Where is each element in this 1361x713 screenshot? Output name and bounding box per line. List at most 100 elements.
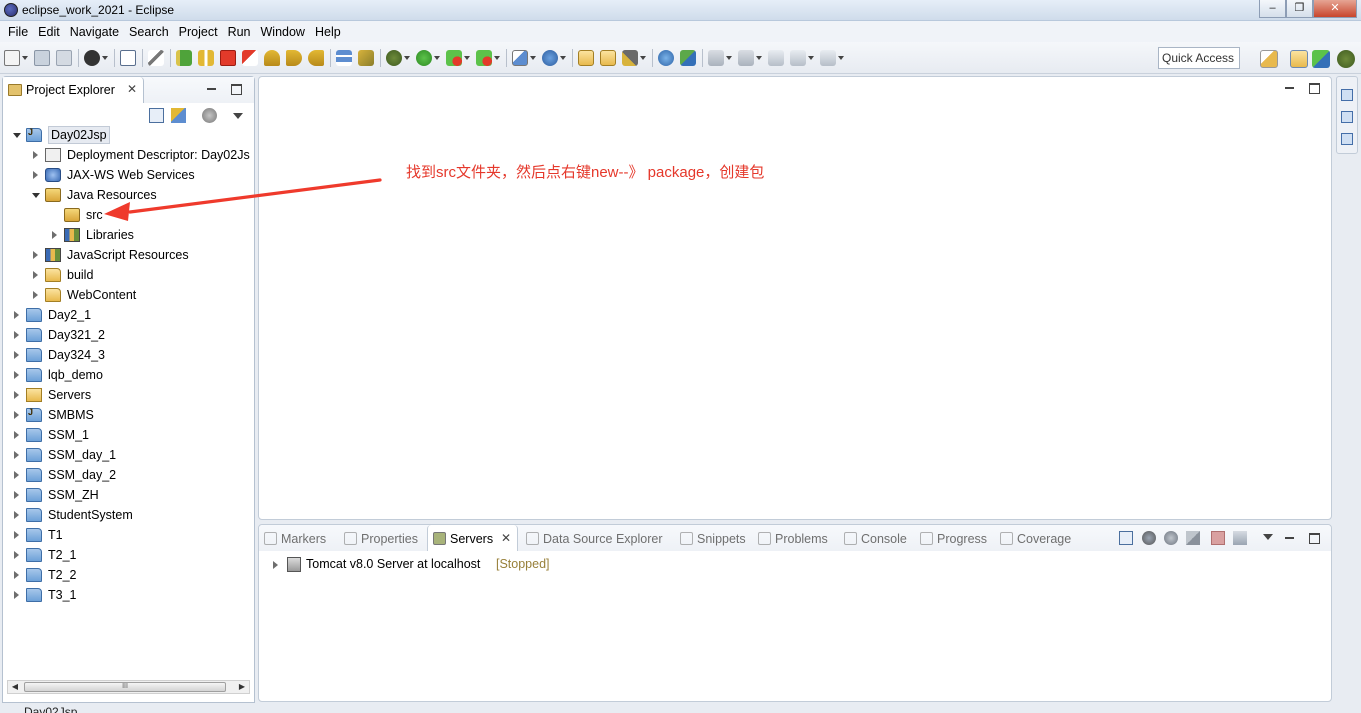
- expand-icon[interactable]: [273, 561, 278, 569]
- deploy-icon[interactable]: [680, 50, 696, 66]
- open-task-icon[interactable]: [358, 50, 374, 66]
- back-dropdown-icon[interactable]: [808, 50, 814, 66]
- save-icon[interactable]: [34, 50, 50, 66]
- expand-arrow-icon[interactable]: [14, 371, 19, 379]
- tree-item[interactable]: src: [3, 205, 254, 225]
- tree-item[interactable]: SSM_ZH: [3, 485, 254, 505]
- step-return-icon[interactable]: [308, 50, 324, 66]
- collapse-arrow-icon[interactable]: [13, 133, 21, 138]
- tree-item[interactable]: build: [3, 265, 254, 285]
- debug-server-icon[interactable]: [1142, 531, 1156, 545]
- tree-item[interactable]: JAX-WS Web Services: [3, 165, 254, 185]
- tree-item[interactable]: StudentSystem: [3, 505, 254, 525]
- toggle-markers-icon[interactable]: [336, 50, 352, 66]
- expand-arrow-icon[interactable]: [14, 531, 19, 539]
- new-icon[interactable]: [4, 50, 20, 66]
- back-icon[interactable]: [790, 50, 806, 66]
- debug-icon[interactable]: [386, 50, 402, 66]
- profile-server-icon[interactable]: [1186, 531, 1200, 545]
- publish-icon[interactable]: [1233, 531, 1247, 545]
- tree-item[interactable]: Day324_3: [3, 345, 254, 365]
- tab-servers[interactable]: Servers ✕: [427, 525, 518, 551]
- tab-project-explorer[interactable]: Project Explorer ✕: [3, 77, 144, 103]
- collapse-all-icon[interactable]: [149, 108, 164, 123]
- step-over-icon[interactable]: [286, 50, 302, 66]
- tree-item[interactable]: SSM_day_2: [3, 465, 254, 485]
- external-tools-icon[interactable]: [476, 50, 492, 66]
- previous-annotation-icon[interactable]: [738, 50, 754, 66]
- expand-arrow-icon[interactable]: [14, 451, 19, 459]
- tree-item[interactable]: WebContent: [3, 285, 254, 305]
- profile-dropdown-icon[interactable]: [102, 50, 108, 66]
- expand-arrow-icon[interactable]: [14, 351, 19, 359]
- tree-item[interactable]: Day321_2: [3, 325, 254, 345]
- next-annotation-icon[interactable]: [708, 50, 724, 66]
- next-annotation-dropdown-icon[interactable]: [726, 50, 732, 66]
- scroll-thumb[interactable]: III: [24, 682, 226, 692]
- tree-item[interactable]: SMBMS: [3, 405, 254, 425]
- expand-arrow-icon[interactable]: [14, 571, 19, 579]
- start-server-icon[interactable]: [1164, 531, 1178, 545]
- expand-arrow-icon[interactable]: [14, 551, 19, 559]
- expand-arrow-icon[interactable]: [33, 291, 38, 299]
- suspend-icon[interactable]: [198, 50, 214, 66]
- open-perspective-icon[interactable]: [1260, 50, 1278, 68]
- scroll-left-icon[interactable]: ◀: [8, 681, 22, 693]
- expand-arrow-icon[interactable]: [52, 231, 57, 239]
- disconnect-icon[interactable]: [242, 50, 258, 66]
- tree-item[interactable]: T2_2: [3, 565, 254, 585]
- tab-markers[interactable]: Markers: [259, 525, 339, 551]
- skip-breakpoints-icon[interactable]: [148, 50, 164, 66]
- tree-item[interactable]: SSM_day_1: [3, 445, 254, 465]
- run-dropdown-icon[interactable]: [434, 50, 440, 66]
- new-class-dropdown-icon[interactable]: [560, 50, 566, 66]
- debug-dropdown-icon[interactable]: [404, 50, 410, 66]
- tab-console[interactable]: Console: [839, 525, 915, 551]
- tree-item[interactable]: lqb_demo: [3, 365, 254, 385]
- forward-icon[interactable]: [820, 50, 836, 66]
- close-button[interactable]: ✕: [1313, 0, 1357, 18]
- close-icon[interactable]: ✕: [501, 531, 511, 545]
- expand-arrow-icon[interactable]: [33, 251, 38, 259]
- expand-arrow-icon[interactable]: [14, 471, 19, 479]
- tab-properties[interactable]: Properties: [339, 525, 427, 551]
- menu-navigate[interactable]: Navigate: [65, 22, 124, 42]
- stop-server-icon[interactable]: [1211, 531, 1225, 545]
- tree-item[interactable]: Day02Jsp: [3, 125, 254, 145]
- outline-icon[interactable]: [1341, 111, 1353, 123]
- open-folder-icon[interactable]: [600, 50, 616, 66]
- web-browser-icon[interactable]: [658, 50, 674, 66]
- coverage-dropdown-icon[interactable]: [464, 50, 470, 66]
- expand-arrow-icon[interactable]: [33, 151, 38, 159]
- web-perspective-icon[interactable]: [1312, 50, 1330, 68]
- menu-window[interactable]: Window: [256, 22, 310, 42]
- save-all-icon[interactable]: [56, 50, 72, 66]
- link-with-editor-icon[interactable]: [171, 108, 186, 123]
- view-menu-icon[interactable]: [233, 113, 243, 119]
- expand-arrow-icon[interactable]: [14, 511, 19, 519]
- tab-coverage[interactable]: Coverage: [995, 525, 1075, 551]
- view-menu-icon[interactable]: [1263, 534, 1273, 540]
- tab-snippets[interactable]: Snippets: [675, 525, 753, 551]
- tab-problems[interactable]: Problems: [753, 525, 837, 551]
- menu-run[interactable]: Run: [223, 22, 256, 42]
- new-class-icon[interactable]: [542, 50, 558, 66]
- new-dropdown-icon[interactable]: [22, 50, 28, 66]
- open-type-icon[interactable]: [578, 50, 594, 66]
- console-icon[interactable]: [120, 50, 136, 66]
- terminate-icon[interactable]: [220, 50, 236, 66]
- coverage-icon[interactable]: [446, 50, 462, 66]
- tree-item[interactable]: Libraries: [3, 225, 254, 245]
- expand-arrow-icon[interactable]: [14, 391, 19, 399]
- tab-progress[interactable]: Progress: [915, 525, 993, 551]
- search-icon[interactable]: [622, 50, 638, 66]
- step-into-icon[interactable]: [264, 50, 280, 66]
- tab-data-source-explorer[interactable]: Data Source Explorer: [521, 525, 673, 551]
- expand-arrow-icon[interactable]: [14, 431, 19, 439]
- previous-annotation-dropdown-icon[interactable]: [756, 50, 762, 66]
- close-icon[interactable]: ✕: [127, 82, 137, 96]
- tree-item[interactable]: Java Resources: [3, 185, 254, 205]
- new-java-project-dropdown-icon[interactable]: [530, 50, 536, 66]
- tree-item[interactable]: SSM_1: [3, 425, 254, 445]
- minimize-button[interactable]: –: [1259, 0, 1286, 18]
